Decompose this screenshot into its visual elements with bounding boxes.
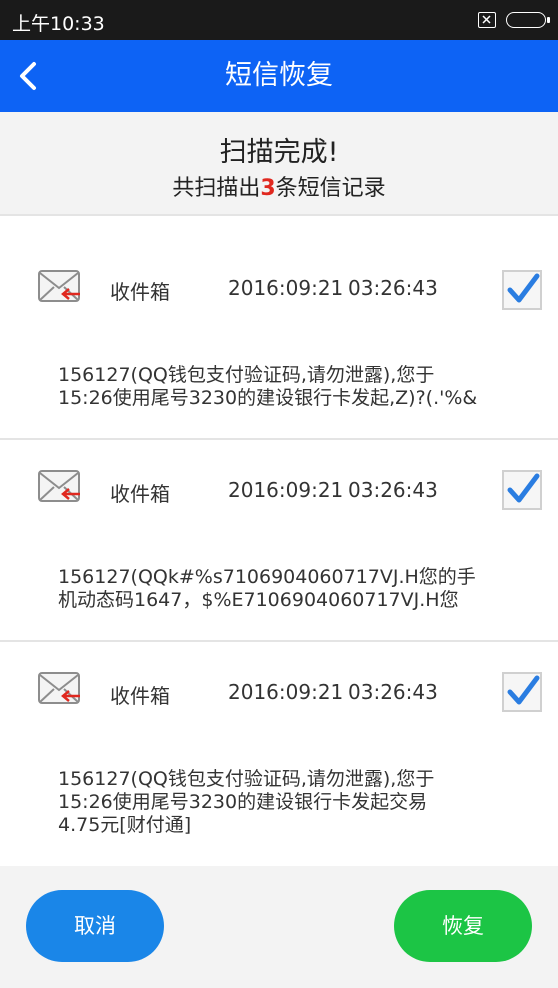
envelope-arrow-icon xyxy=(38,470,80,502)
battery-icon xyxy=(506,12,550,28)
message-date: 2016:09:21 xyxy=(228,680,344,704)
message-folder: 收件箱 xyxy=(110,482,170,506)
message-body: 156127(QQ钱包支付验证码,请勿泄露),您于 15:26使用尾号3230的… xyxy=(58,364,478,409)
envelope-arrow-icon xyxy=(38,270,80,302)
status-bar: 上午10:33 xyxy=(0,0,558,40)
cancel-button[interactable]: 取消 xyxy=(26,890,164,962)
scan-count-prefix: 共扫描出 xyxy=(172,176,261,201)
status-icons xyxy=(478,10,550,30)
bottom-action-bar: 取消 恢复 xyxy=(0,866,558,988)
message-list: 收件箱 2016:09:21 03:26:43 156127(QQ钱包支付验证码… xyxy=(0,214,558,868)
checkmark-icon xyxy=(507,273,540,303)
list-item[interactable]: 收件箱 2016:09:21 03:26:43 156127(QQ钱包支付验证码… xyxy=(0,642,558,842)
list-item[interactable]: 收件箱 2016:09:21 03:26:43 156127(QQk#%s710… xyxy=(0,440,558,640)
message-body: 156127(QQk#%s7106904060717VJ.H您的手 机动态码16… xyxy=(58,566,476,611)
scan-complete-title: 扫描完成! xyxy=(219,137,339,168)
message-date: 2016:09:21 xyxy=(228,478,344,502)
checkmark-icon xyxy=(507,473,540,503)
envelope-arrow-icon xyxy=(38,672,80,704)
restore-button[interactable]: 恢复 xyxy=(394,890,532,962)
message-time: 03:26:43 xyxy=(348,276,438,300)
message-body: 156127(QQ钱包支付验证码,请勿泄露),您于 15:26使用尾号3230的… xyxy=(58,768,435,836)
scan-count-text: 共扫描出3条短信记录 xyxy=(0,170,558,202)
message-folder: 收件箱 xyxy=(110,684,170,708)
message-date: 2016:09:21 xyxy=(228,276,344,300)
message-folder: 收件箱 xyxy=(110,280,170,304)
message-checkbox[interactable] xyxy=(502,672,542,712)
message-checkbox[interactable] xyxy=(502,470,542,510)
message-time: 03:26:43 xyxy=(348,478,438,502)
app-bar: 短信恢复 xyxy=(0,40,558,112)
scan-summary: 扫描完成! 共扫描出3条短信记录 xyxy=(0,112,558,214)
list-item[interactable]: 收件箱 2016:09:21 03:26:43 156127(QQ钱包支付验证码… xyxy=(0,216,558,416)
checkmark-icon xyxy=(507,675,540,705)
scan-count: 3 xyxy=(260,176,276,201)
message-time: 03:26:43 xyxy=(348,680,438,704)
message-checkbox[interactable] xyxy=(502,270,542,310)
status-time: 上午10:33 xyxy=(12,13,105,35)
scan-count-suffix: 条短信记录 xyxy=(275,176,386,201)
page-title: 短信恢复 xyxy=(225,60,333,91)
sim-card-icon xyxy=(478,12,496,28)
